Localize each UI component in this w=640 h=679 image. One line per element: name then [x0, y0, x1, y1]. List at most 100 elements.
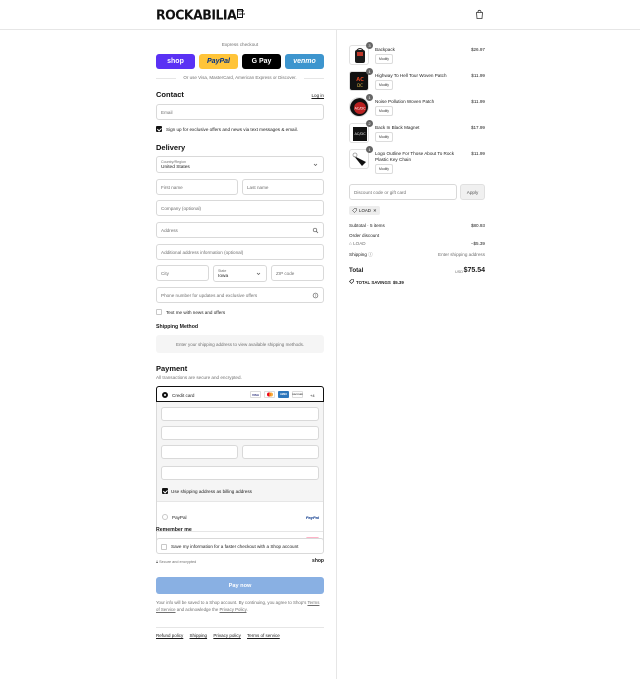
- remember-heading: Remember me: [156, 527, 192, 533]
- shop-pay-button[interactable]: shop: [156, 54, 195, 69]
- modify-button[interactable]: Modify: [375, 80, 393, 90]
- quantity-badge: 3: [366, 42, 373, 49]
- brand-name: ROCKABILIA: [156, 6, 237, 23]
- security-code-field[interactable]: [242, 445, 319, 459]
- savings-value: $5.39: [392, 279, 404, 285]
- state-select[interactable]: State Iowa: [213, 265, 267, 282]
- address2-field[interactable]: Additional address information (optional…: [156, 244, 324, 260]
- item-name: Back In Black Magnet Modify: [375, 125, 459, 142]
- phone-placeholder: Phone number for updates and exclusive o…: [161, 293, 258, 298]
- credit-card-label: Credit card: [172, 392, 195, 398]
- discover-icon: DISCOVER: [292, 391, 303, 398]
- credit-card-radio[interactable]: [162, 392, 168, 398]
- paypal-radio[interactable]: [162, 514, 168, 520]
- apply-button[interactable]: Apply: [460, 184, 485, 200]
- column-divider: [336, 30, 337, 679]
- paypal-button[interactable]: PayPal: [199, 54, 238, 69]
- legal-text: Your info will be saved to a Shop accoun…: [156, 599, 324, 613]
- privacy-policy-link[interactable]: Privacy policy: [213, 633, 241, 638]
- payment-subtext: All transactions are secure and encrypte…: [156, 374, 242, 380]
- tag-icon: [349, 279, 354, 285]
- terms-of-service-link[interactable]: Terms of service: [247, 633, 280, 638]
- address-field[interactable]: Address: [156, 222, 324, 238]
- discount-code-field[interactable]: Discount code or gift card: [349, 184, 457, 200]
- modify-button[interactable]: Modify: [375, 164, 393, 174]
- divider: [157, 501, 323, 502]
- item-name: Backpack Modify: [375, 47, 459, 64]
- name-on-card-field[interactable]: [161, 426, 319, 440]
- text-me-checkbox[interactable]: [156, 309, 162, 315]
- last-name-placeholder: Last name: [247, 185, 269, 190]
- item-name: Logo Outline For Those About To Rock Pla…: [375, 151, 459, 174]
- card-extra-field[interactable]: [161, 466, 319, 480]
- shop-badge: shop: [312, 558, 324, 564]
- quantity-badge: 1: [366, 94, 373, 101]
- amex-icon: AMEX: [278, 391, 289, 398]
- pay-now-button[interactable]: Pay now: [156, 577, 324, 594]
- legal-prefix: Your info will be saved to a Shop accoun…: [156, 600, 307, 605]
- state-value: Iowa: [218, 274, 229, 279]
- modify-button[interactable]: Modify: [375, 132, 393, 142]
- tag-icon: [352, 207, 357, 214]
- brand-logo[interactable]: ROCKABILIA EST 1993: [156, 6, 245, 23]
- login-link[interactable]: Log in: [311, 93, 324, 98]
- item-name: Highway To Hell Tour Woven Patch Modify: [375, 73, 459, 90]
- brand-mark: EST 1993: [237, 9, 245, 18]
- discount-tag-code: LOAD: [359, 208, 371, 213]
- subtotal-value: $80.93: [470, 223, 485, 228]
- shipping-method-heading: Shipping Method: [156, 324, 199, 330]
- remember-me-checkbox[interactable]: [161, 543, 167, 550]
- info-icon[interactable]: ⓘ: [368, 252, 373, 257]
- discount-placeholder: Discount code or gift card: [354, 190, 407, 195]
- chevron-down-icon: [312, 161, 319, 168]
- savings-label: TOTAL SAVINGS: [356, 279, 391, 285]
- credit-card-option[interactable]: Credit card VISA AMEX DISCOVER +4: [156, 386, 324, 402]
- subtotal-row: Subtotal · 5 items $80.93: [349, 223, 485, 228]
- shipping-method-message: Enter your shipping address to view avai…: [176, 341, 305, 347]
- email-field[interactable]: Email: [156, 104, 324, 120]
- shipping-link[interactable]: Shipping: [190, 633, 208, 638]
- currency-code: USD: [454, 269, 463, 274]
- payment-options: Credit card VISA AMEX DISCOVER +4 Use sh…: [156, 386, 324, 548]
- item-name: Noise Pollution Woven Patch Modify: [375, 99, 459, 116]
- privacy-link[interactable]: Privacy Policy: [220, 607, 247, 612]
- city-field[interactable]: City: [156, 265, 209, 281]
- footer-divider: [156, 627, 324, 628]
- refund-policy-link[interactable]: Refund policy: [156, 633, 183, 638]
- zip-field[interactable]: ZIP code: [271, 265, 324, 281]
- first-name-field[interactable]: First name: [156, 179, 238, 195]
- shopping-bag-icon[interactable]: [474, 9, 485, 20]
- city-placeholder: City: [161, 271, 169, 276]
- alt-payment-note: Or use Visa, MasterCard, American Expres…: [156, 75, 324, 80]
- discount-code-row: ⌂︎ LOAD −$5.39: [349, 241, 485, 246]
- remove-discount-icon[interactable]: ✕: [373, 208, 377, 214]
- total-savings: TOTAL SAVINGS $5.39: [349, 279, 404, 285]
- modify-button[interactable]: Modify: [375, 54, 393, 64]
- modify-button[interactable]: Modify: [375, 106, 393, 116]
- card-number-field[interactable]: [161, 407, 319, 421]
- help-icon[interactable]: ?: [312, 292, 319, 299]
- offers-checkbox[interactable]: [156, 126, 162, 132]
- item-price: $11.99: [471, 99, 485, 104]
- item-price: $11.99: [471, 151, 485, 156]
- company-field[interactable]: Company (optional): [156, 200, 324, 216]
- last-name-field[interactable]: Last name: [242, 179, 324, 195]
- phone-field[interactable]: Phone number for updates and exclusive o…: [156, 287, 324, 303]
- cart-item: 1 Logo Outline For Those About To Rock P…: [349, 146, 485, 179]
- discount-value: −$5.39: [470, 241, 485, 246]
- svg-text:AC/DC: AC/DC: [354, 107, 366, 111]
- item-price: $17.99: [470, 125, 485, 130]
- billing-same-checkbox[interactable]: [162, 488, 168, 494]
- country-select[interactable]: Country/Region United States: [156, 156, 324, 173]
- legal-middle: and acknowledge the: [176, 607, 219, 612]
- paypal-logo: PayPal: [305, 515, 319, 520]
- expiration-field[interactable]: [161, 445, 238, 459]
- svg-text:AC/DC: AC/DC: [354, 132, 366, 136]
- first-name-placeholder: First name: [161, 185, 183, 190]
- venmo-button[interactable]: venmo: [285, 54, 324, 69]
- express-checkout-label: Express checkout: [221, 42, 259, 47]
- visa-icon: VISA: [250, 391, 261, 398]
- remember-me-box[interactable]: Save my information for a faster checkou…: [156, 538, 324, 554]
- subtotal-label: Subtotal · 5 items: [349, 223, 385, 228]
- google-pay-button[interactable]: G Pay: [242, 54, 281, 69]
